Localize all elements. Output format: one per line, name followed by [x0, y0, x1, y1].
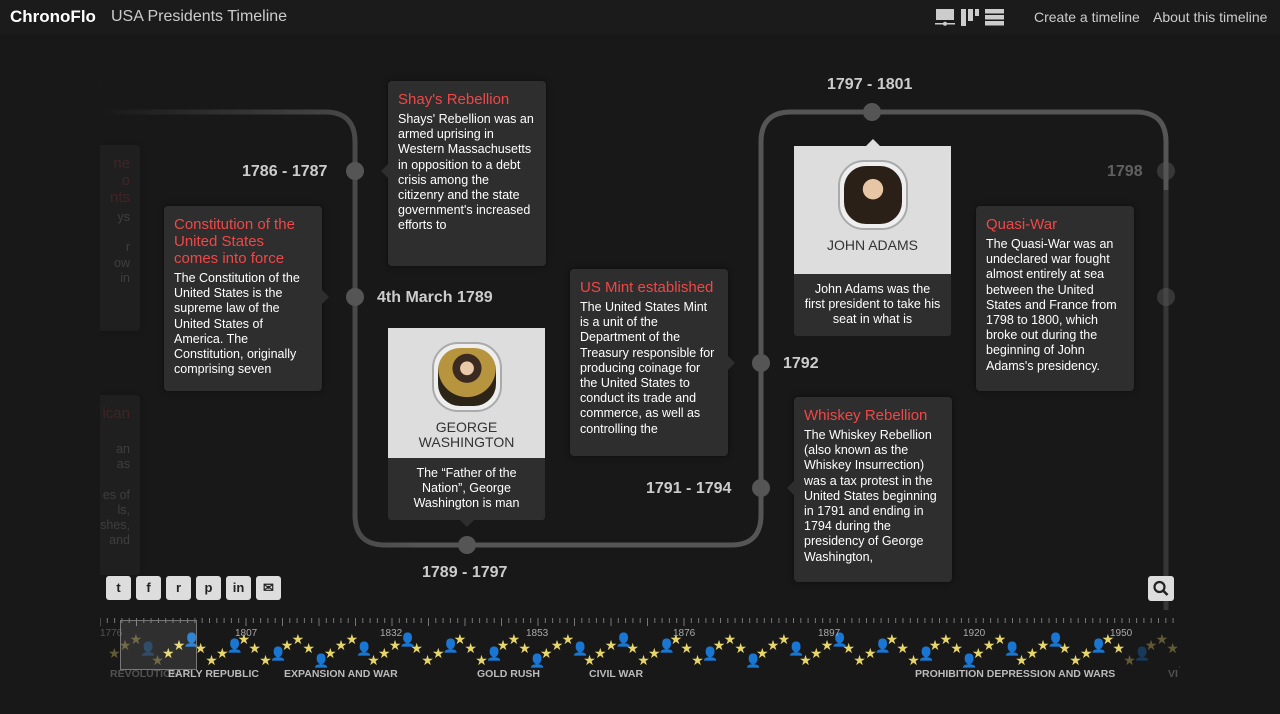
reddit-icon: r	[175, 580, 182, 595]
event-dot	[752, 479, 770, 497]
navigator-era-label[interactable]: EXPANSION AND WAR	[284, 668, 398, 680]
event-dot	[458, 536, 476, 554]
navigator-year-label: 1853	[526, 628, 549, 639]
date-label: 1798	[1107, 163, 1143, 180]
person-card-george-washington[interactable]: GEORGE WASHINGTON The “Father of the Nat…	[388, 328, 545, 527]
event-dot	[1157, 288, 1175, 306]
event-dot	[863, 103, 881, 121]
navigator-year-label: 1832	[380, 628, 403, 639]
date-label: 4th March 1789	[377, 289, 493, 306]
person-card-john-adams[interactable]: JOHN ADAMS John Adams was the first pres…	[794, 139, 951, 336]
columns-view-icon[interactable]	[960, 9, 980, 26]
timeline-navigator[interactable]: ★ ★ ★ 👤 ★ ★ ★ 👤 ★ ★ ★ 👤 ★ ★ ★ 👤 ★ ★ ★ 👤 ★ ★ ★ 👤 ★ ★ ★ 👤 ★ ★ ★ 👤 ★ ★ ★ 👤 ★ ★ ★ 👤…	[100, 618, 1180, 688]
navigator-era-label[interactable]: PROHIBITION DEPRESSION AND WARS	[915, 668, 1115, 680]
date-label: 1797 - 1801	[827, 76, 913, 93]
navigator-year-label: 1920	[963, 628, 986, 639]
list-view-icon[interactable]	[985, 9, 1005, 26]
faded-event-card[interactable]: ican an as es of ls, shes, and	[100, 395, 140, 575]
person-marker-icon: 👤	[1177, 653, 1180, 669]
event-card-constitution[interactable]: Constitution of the United States comes …	[164, 206, 329, 391]
date-label: 1789 - 1797	[422, 564, 508, 581]
timeline-title: USA Presidents Timeline	[111, 8, 288, 25]
email-icon: ✉	[263, 580, 274, 595]
top-bar: ChronoFlo USA Presidents Timeline Create…	[0, 0, 1280, 34]
date-label: 1791 - 1794	[646, 480, 732, 497]
event-dot	[346, 288, 364, 306]
event-card-whiskey-rebellion[interactable]: Whiskey Rebellion The Whiskey Rebellion (…	[787, 397, 952, 582]
navigator-year-label: 1807	[235, 628, 258, 639]
portrait-image	[837, 160, 908, 230]
navigator-era-label[interactable]: GOLD RUSH	[477, 668, 540, 680]
linkedin-icon: in	[232, 580, 245, 595]
navigator-era-label[interactable]: CIVIL WAR	[589, 668, 643, 680]
timeline-canvas[interactable]: s 1786 - 1787 4th March 1789 1789 - 1797…	[100, 40, 1180, 610]
twitter-share-button[interactable]: t	[106, 576, 131, 600]
facebook-icon: f	[146, 580, 151, 595]
date-label: s	[100, 76, 101, 94]
create-timeline-link[interactable]: Create a timeline	[1034, 9, 1140, 25]
navigator-viewport-handle[interactable]	[120, 620, 197, 670]
navigator-era-label[interactable]: EARLY REPUBLIC	[168, 668, 259, 680]
date-label: 1792	[783, 355, 819, 372]
faded-event-card[interactable]: ne o nts ys r ow in	[100, 145, 140, 331]
pinterest-share-button[interactable]: p	[196, 576, 221, 600]
event-card-us-mint[interactable]: US Mint established The United States Min…	[570, 269, 735, 456]
email-share-button[interactable]: ✉	[256, 576, 281, 600]
pinterest-icon: p	[204, 580, 213, 595]
brand-logo[interactable]: ChronoFlo	[10, 7, 96, 27]
event-dot	[1157, 162, 1175, 180]
about-timeline-link[interactable]: About this timeline	[1153, 9, 1267, 25]
facebook-share-button[interactable]: f	[136, 576, 161, 600]
navigator-year-label: 1876	[673, 628, 696, 639]
search-button[interactable]	[1148, 576, 1174, 601]
twitter-icon: t	[116, 580, 121, 595]
flow-view-icon[interactable]	[935, 9, 955, 26]
navigator-year-label: 1897	[818, 628, 841, 639]
navigator-year-label: 1776	[100, 628, 123, 639]
event-dot	[346, 162, 364, 180]
date-label: 1786 - 1787	[242, 163, 328, 180]
search-icon	[1153, 580, 1169, 596]
navigator-year-label: 1950	[1110, 628, 1133, 639]
portrait-image	[431, 342, 502, 412]
navigator-era-label[interactable]: VI	[1168, 668, 1178, 680]
reddit-share-button[interactable]: r	[166, 576, 191, 600]
event-card-quasi-war[interactable]: Quasi-War The Quasi-War was an undeclared…	[976, 206, 1134, 391]
event-card-shays-rebellion[interactable]: Shay's Rebellion Shays' Rebellion was an …	[381, 81, 546, 266]
linkedin-share-button[interactable]: in	[226, 576, 251, 600]
event-dot	[752, 354, 770, 372]
